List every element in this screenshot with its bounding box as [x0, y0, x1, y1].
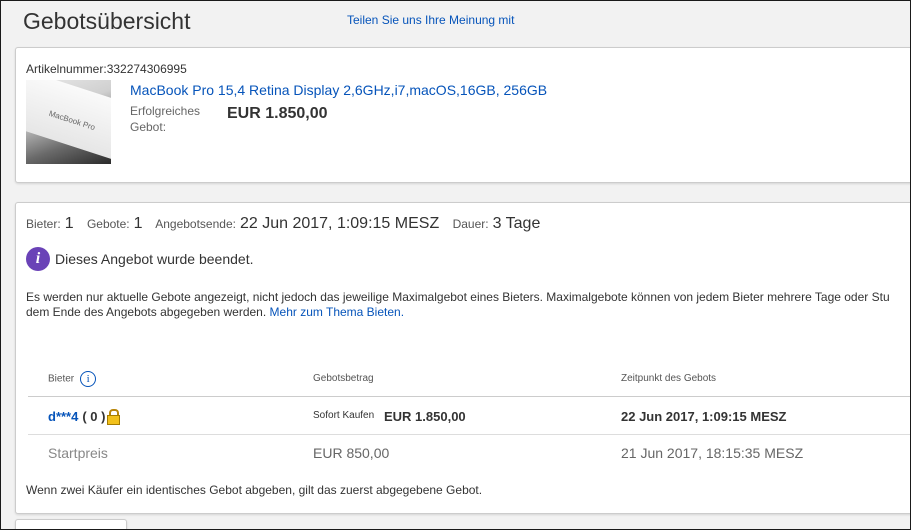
column-header-time: Zeitpunkt des Gebots [621, 373, 717, 384]
ended-text: Dieses Angebot wurde beendet. [55, 251, 254, 267]
row-divider [28, 434, 911, 435]
column-header-bidder: Bieter i [48, 371, 97, 387]
notice-text: Es werden nur aktuelle Gebote angezeigt,… [26, 290, 890, 319]
article-number-label: Artikelnummer: [26, 62, 107, 76]
article-number: Artikelnummer:332274306995 [26, 62, 187, 76]
bidders-label: Bieter: [26, 217, 61, 231]
item-card: Artikelnummer:332274306995 MacBook Pro M… [15, 47, 911, 183]
buy-it-now-label: Sofort Kaufen [313, 410, 375, 421]
item-thumbnail[interactable]: MacBook Pro [26, 80, 111, 164]
start-price-time: 21 Jun 2017, 18:15:35 MESZ [621, 445, 804, 461]
bottom-card-edge [15, 519, 127, 530]
header-divider [28, 396, 911, 397]
duration-label: Dauer: [452, 217, 489, 231]
bid-history-card: Bieter: 1 Gebote: 1 Angebotsende: 22 Jun 20… [15, 202, 911, 514]
auction-summary: Bieter: 1 Gebote: 1 Angebotsende: 22 Jun 20… [26, 215, 550, 233]
page-title: Gebotsübersicht [23, 8, 191, 34]
successful-bid-label: Erfolgreiches Gebot: [130, 104, 201, 134]
start-price-amount: EUR 850,00 [313, 445, 390, 461]
bid-row-bidder: d***4 ( 0 ) [48, 409, 121, 425]
start-price-label: Startpreis [48, 445, 108, 461]
ended-message: i Dieses Angebot wurde beendet. [26, 247, 253, 271]
item-title-link[interactable]: MacBook Pro 15,4 Retina Display 2,6GHz,i… [130, 82, 547, 98]
bids-count: 1 [133, 215, 143, 232]
column-header-amount: Gebotsbetrag [313, 373, 374, 384]
end-value: 22 Jun 2017, 1:09:15 MESZ [239, 215, 440, 232]
bid-amount: EUR 1.850,00 [384, 409, 466, 424]
bid-notice: Es werden nur aktuelle Gebote angezeigt,… [26, 290, 906, 320]
bid-time: 22 Jun 2017, 1:09:15 MESZ [621, 409, 787, 424]
bidders-count: 1 [64, 215, 74, 232]
bidder-feedback-score: ( 0 ) [82, 409, 106, 424]
column-header-bidder-label: Bieter [48, 373, 75, 385]
bids-label: Gebote: [86, 217, 130, 231]
feedback-link[interactable]: Teilen Sie uns Ihre Meinung mit [347, 13, 514, 27]
identical-bid-note: Wenn zwei Käufer ein identisches Gebot a… [26, 483, 483, 497]
end-label: Angebotsende: [155, 217, 236, 231]
bidder-info-icon[interactable]: i [80, 371, 97, 387]
info-icon: i [26, 247, 50, 271]
article-number-value: 332274306995 [106, 62, 187, 76]
private-lock-icon [106, 409, 121, 425]
more-about-bidding-link[interactable]: Mehr zum Thema Bieten. [270, 305, 405, 319]
duration-value: 3 Tage [492, 215, 541, 232]
successful-bid-amount: EUR 1.850,00 [227, 105, 328, 122]
bidder-name-link[interactable]: d***4 [48, 409, 78, 424]
